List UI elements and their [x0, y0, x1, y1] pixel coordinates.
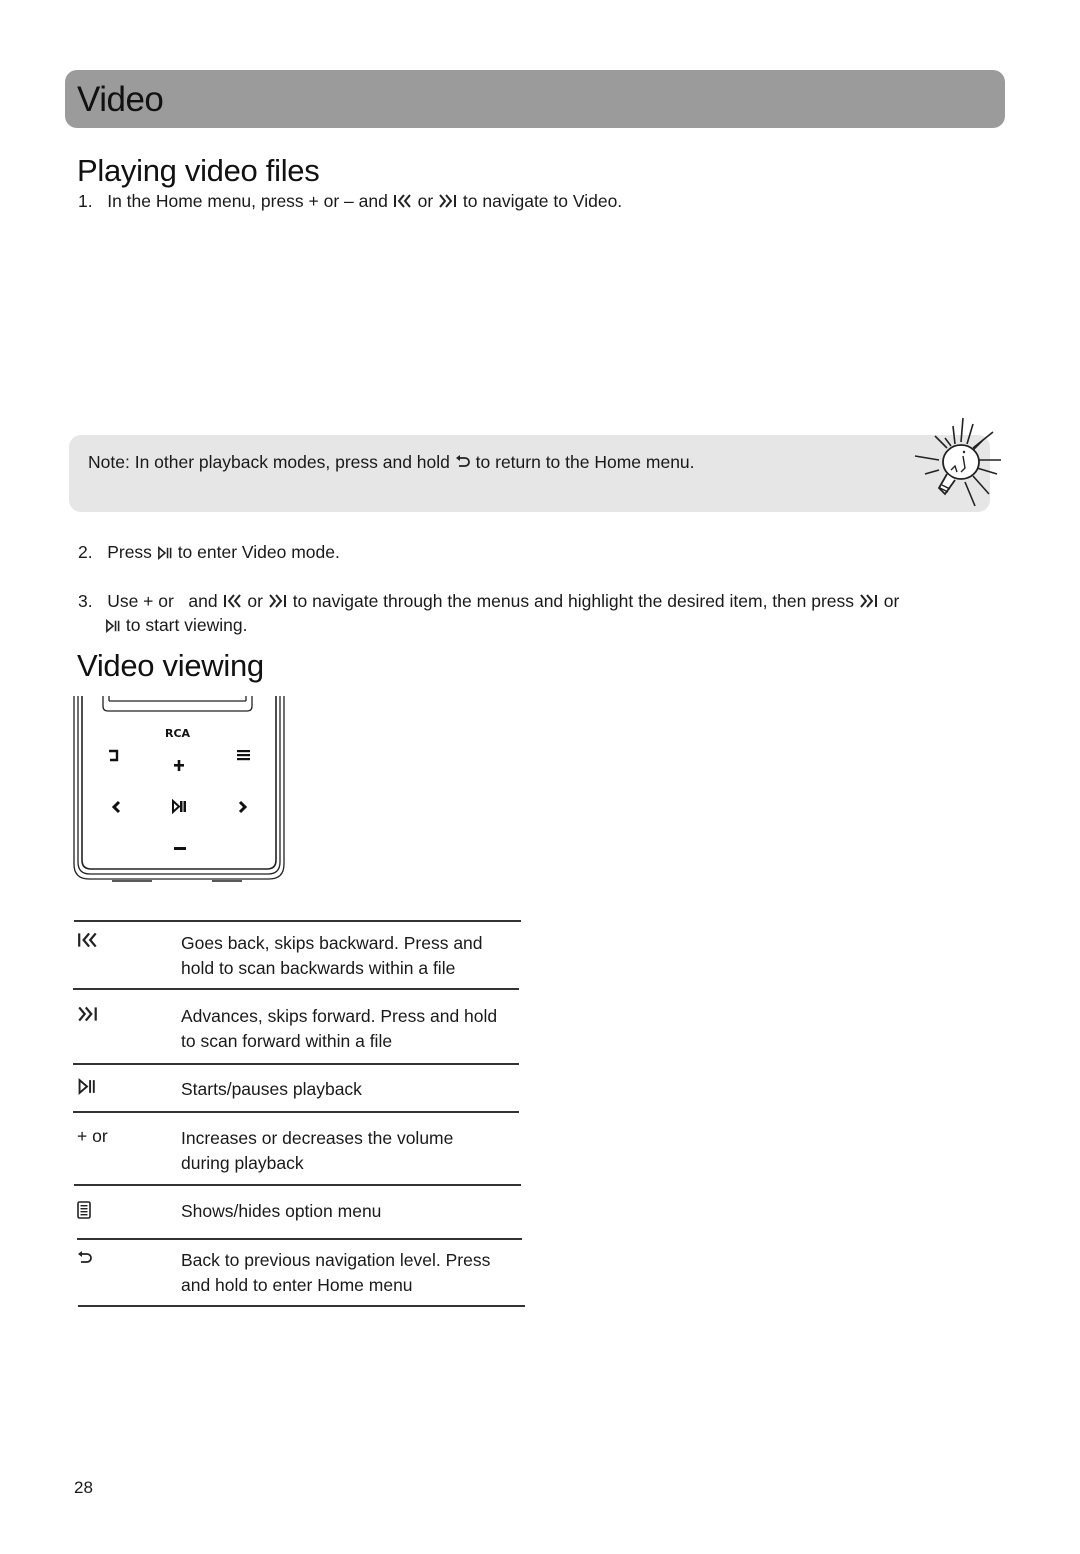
step-2-text-b: to enter Video mode. [177, 542, 340, 562]
note-label: Note: [88, 452, 130, 472]
device-illustration: RCA [72, 696, 287, 882]
desc-line: Back to previous navigation level. Press [181, 1250, 491, 1270]
table-divider [73, 988, 519, 990]
desc-line: Goes back, skips backward. Press and [181, 933, 483, 953]
brand-logo: RCA [165, 727, 191, 740]
table-row [77, 931, 99, 952]
skip-forward-icon [268, 593, 288, 609]
step-1-text-c: to navigate to Video. [462, 191, 623, 211]
step-3-text-d: to navigate through the menus and highli… [292, 591, 855, 611]
device-plus-key [174, 760, 184, 771]
option-menu-icon [77, 1201, 91, 1219]
step-3: 3. Use + or and or to navigate through t… [78, 589, 899, 613]
table-row [77, 1201, 91, 1222]
desc-line: during playback [181, 1152, 304, 1173]
device-prev-key [111, 800, 121, 814]
control-desc-play-pause: Starts/pauses playback [181, 1077, 362, 1102]
volume-key-label: + or [77, 1126, 108, 1146]
note-text: Note: In other playback modes, press and… [88, 450, 695, 474]
desc-line: hold to scan backwards within a file [181, 957, 456, 978]
note-box: Note: In other playback modes, press and… [69, 435, 990, 512]
video-viewing-heading: Video viewing [77, 648, 264, 683]
skip-back-icon [77, 931, 99, 949]
device-minus-key [174, 847, 186, 850]
step-3-text-c: or [247, 591, 263, 611]
table-divider [74, 1184, 521, 1186]
step-1: 1. In the Home menu, press + or – and or… [78, 189, 622, 213]
control-desc-skip-back: Goes back, skips backward. Press and hol… [181, 931, 483, 980]
step-3-text-f: to start viewing. [125, 615, 248, 635]
skip-back-icon [393, 193, 413, 209]
play-pause-icon [157, 546, 173, 560]
desc-line: Shows/hides option menu [181, 1201, 382, 1221]
device-back-key [109, 749, 119, 762]
skip-forward-icon [77, 1005, 99, 1023]
desc-line: Starts/pauses playback [181, 1079, 362, 1099]
desc-line: Advances, skips forward. Press and hold [181, 1006, 498, 1026]
note-text-b: to return to the Home menu. [475, 452, 695, 472]
back-icon [455, 454, 471, 470]
step-1-number: 1. [78, 191, 93, 211]
skip-back-icon [223, 593, 243, 609]
section-header-bar: Video [65, 70, 1005, 128]
table-divider [73, 1063, 519, 1065]
table-divider [73, 1111, 519, 1113]
play-pause-icon [77, 1078, 97, 1095]
section-title: Video [77, 80, 164, 119]
step-2: 2. Press to enter Video mode. [78, 540, 340, 564]
control-desc-option-menu: Shows/hides option menu [181, 1199, 381, 1224]
lightbulb-icon [905, 416, 1005, 512]
device-menu-key [237, 750, 250, 761]
playing-video-files-heading: Playing video files [77, 153, 320, 188]
step-1-text-b: or [417, 191, 434, 211]
back-icon [77, 1250, 93, 1266]
desc-line: to scan forward within a file [181, 1030, 393, 1051]
table-divider [77, 1238, 522, 1240]
control-desc-back: Back to previous navigation level. Press… [181, 1248, 490, 1297]
device-play-pause-key [172, 798, 186, 815]
step-3-number: 3. [78, 591, 93, 611]
step-2-text-a: Press [107, 542, 152, 562]
device-next-key [238, 800, 248, 814]
table-divider [74, 920, 521, 922]
table-row [77, 1005, 99, 1026]
page-number: 28 [74, 1478, 93, 1497]
table-divider [78, 1305, 525, 1307]
control-desc-skip-forward: Advances, skips forward. Press and hold … [181, 1004, 497, 1053]
note-text-a: In other playback modes, press and hold [134, 452, 450, 472]
step-3-text-e: or [883, 591, 900, 611]
table-row [77, 1078, 97, 1098]
desc-line: Increases or decreases the volume [181, 1128, 454, 1148]
table-row [77, 1250, 93, 1269]
step-3-text-b: and [188, 591, 218, 611]
skip-forward-icon [438, 193, 458, 209]
step-3-continued: to start viewing. [105, 613, 247, 637]
step-2-number: 2. [78, 542, 93, 562]
skip-forward-icon [859, 593, 879, 609]
desc-line: and hold to enter Home menu [181, 1274, 413, 1295]
step-3-text-a: Use + or [107, 591, 174, 611]
step-1-text-a: In the Home menu, press + or – and [107, 191, 388, 211]
control-desc-volume: Increases or decreases the volume during… [181, 1126, 453, 1175]
play-pause-icon [105, 619, 121, 633]
